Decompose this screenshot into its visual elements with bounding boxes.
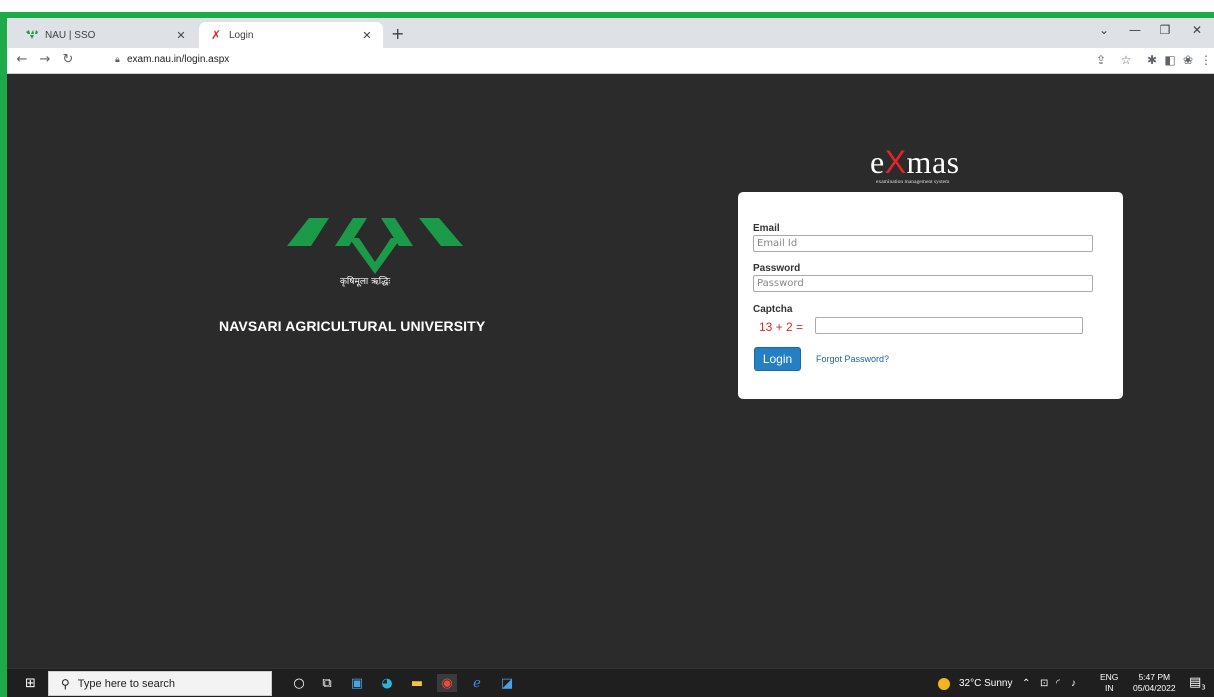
brand-x: X	[884, 144, 907, 180]
share-icon[interactable]: ⇪	[1092, 53, 1110, 67]
page-content: कृषिमूला ऋद्धिः NAVSARI AGRICULTURAL UNI…	[7, 74, 1214, 668]
tab-title: Login	[229, 29, 254, 41]
login-card: Email Password Captcha 13 + 2 = Login Fo…	[738, 192, 1123, 399]
taskbar-search[interactable]: ⚲ Type here to search	[48, 671, 272, 696]
extensions-icon[interactable]: ✱	[1143, 53, 1161, 67]
task-view-icon[interactable]: ⧉	[317, 674, 337, 692]
captcha-question: 13 + 2 =	[759, 320, 804, 334]
meet-now-icon[interactable]: ⊡	[1040, 678, 1048, 689]
reload-icon[interactable]: ↻	[59, 52, 77, 67]
tab-nau-sso[interactable]: NAU | SSO ✕	[15, 22, 197, 48]
notification-count: 3	[1201, 683, 1206, 692]
restore-icon[interactable]: ❐	[1153, 23, 1177, 37]
tab-login[interactable]: ✗ Login ✕	[199, 22, 383, 48]
address-toolbar: ← → ↻ 🔒︎ exam.nau.in/login.aspx ⇪ ☆ ✱ ◧ …	[7, 48, 1214, 74]
language-indicator[interactable]: ENG IN	[1100, 672, 1118, 694]
cortana-icon[interactable]: ○	[289, 674, 309, 692]
notification-icon[interactable]: ▤3	[1189, 675, 1206, 692]
store-icon[interactable]: ▣	[347, 674, 367, 692]
back-icon[interactable]: ←	[13, 52, 31, 67]
password-label: Password	[753, 263, 801, 274]
chrome-icon[interactable]: ◉	[437, 674, 457, 692]
internet-explorer-icon[interactable]: ℯ	[467, 674, 487, 692]
weather-text[interactable]: 32°C Sunny	[959, 678, 1012, 689]
nau-logo-icon	[25, 28, 39, 42]
exmas-tagline: examination management system	[876, 179, 950, 185]
close-tab-icon[interactable]: ✕	[173, 29, 189, 42]
browser-window: NAU | SSO ✕ ✗ Login ✕ + ⌄ — ❐ ✕ ← → ↻ 🔒︎…	[7, 18, 1214, 684]
lang-code: ENG	[1100, 672, 1119, 682]
captcha-label: Captcha	[753, 304, 793, 315]
brand-e: e	[870, 144, 885, 180]
nau-logo-icon	[287, 218, 463, 274]
volume-icon[interactable]: ♪	[1071, 678, 1076, 689]
windows-start-icon[interactable]: ⊞	[25, 676, 36, 691]
minimize-icon[interactable]: —	[1123, 23, 1147, 37]
search-placeholder: Type here to search	[77, 677, 176, 690]
new-tab-button[interactable]: +	[391, 24, 404, 43]
bookmark-star-icon[interactable]: ☆	[1117, 53, 1135, 67]
lock-icon[interactable]: 🔒︎	[115, 55, 120, 65]
password-field[interactable]	[753, 275, 1093, 292]
email-label: Email	[753, 223, 780, 234]
weather-sun-icon[interactable]	[938, 678, 950, 690]
exmas-x-icon: ✗	[210, 28, 222, 42]
profile-icon[interactable]: ❀	[1179, 53, 1197, 67]
network-icon[interactable]: ◜	[1056, 678, 1060, 689]
clock-time: 5:47 PM	[1138, 672, 1171, 682]
show-hidden-icons-icon[interactable]: ⌃	[1022, 678, 1030, 689]
clock-date: 05/04/2022	[1133, 683, 1176, 693]
email-field[interactable]	[753, 235, 1093, 252]
tab-title: NAU | SSO	[45, 29, 96, 41]
brand-mas: mas	[906, 144, 960, 180]
clock[interactable]: 5:47 PM 05/04/2022	[1133, 672, 1176, 694]
forgot-password-link[interactable]: Forgot Password?	[816, 354, 889, 364]
captcha-field[interactable]	[815, 317, 1083, 334]
photos-icon[interactable]: ◪	[497, 674, 517, 692]
university-name: NAVSARI AGRICULTURAL UNIVERSITY	[219, 318, 486, 334]
login-button[interactable]: Login	[754, 347, 801, 371]
forward-icon[interactable]: →	[36, 52, 54, 67]
exmas-logo: eXmas	[870, 144, 960, 181]
region-code: IN	[1104, 683, 1114, 693]
edge-icon[interactable]: ◕	[377, 674, 397, 692]
file-explorer-icon[interactable]: ▬	[407, 674, 427, 692]
address-bar[interactable]: exam.nau.in/login.aspx	[127, 54, 229, 65]
tab-strip: NAU | SSO ✕ ✗ Login ✕ + ⌄ — ❐ ✕	[7, 18, 1214, 48]
screen: NAU | SSO ✕ ✗ Login ✕ + ⌄ — ❐ ✕ ← → ↻ 🔒︎…	[0, 0, 1214, 697]
tab-search-icon[interactable]: ⌄	[1092, 23, 1116, 37]
university-motto: कृषिमूला ऋद्धिः	[340, 277, 391, 287]
close-tab-icon[interactable]: ✕	[359, 29, 375, 42]
close-window-icon[interactable]: ✕	[1185, 23, 1209, 37]
taskbar: ⊞ ⚲ Type here to search ○ ⧉ ▣ ◕ ▬ ◉ ℯ ◪ …	[7, 668, 1214, 697]
search-icon: ⚲	[61, 676, 70, 691]
menu-icon[interactable]: ⋮	[1197, 53, 1214, 67]
side-panel-icon[interactable]: ◧	[1161, 53, 1179, 67]
